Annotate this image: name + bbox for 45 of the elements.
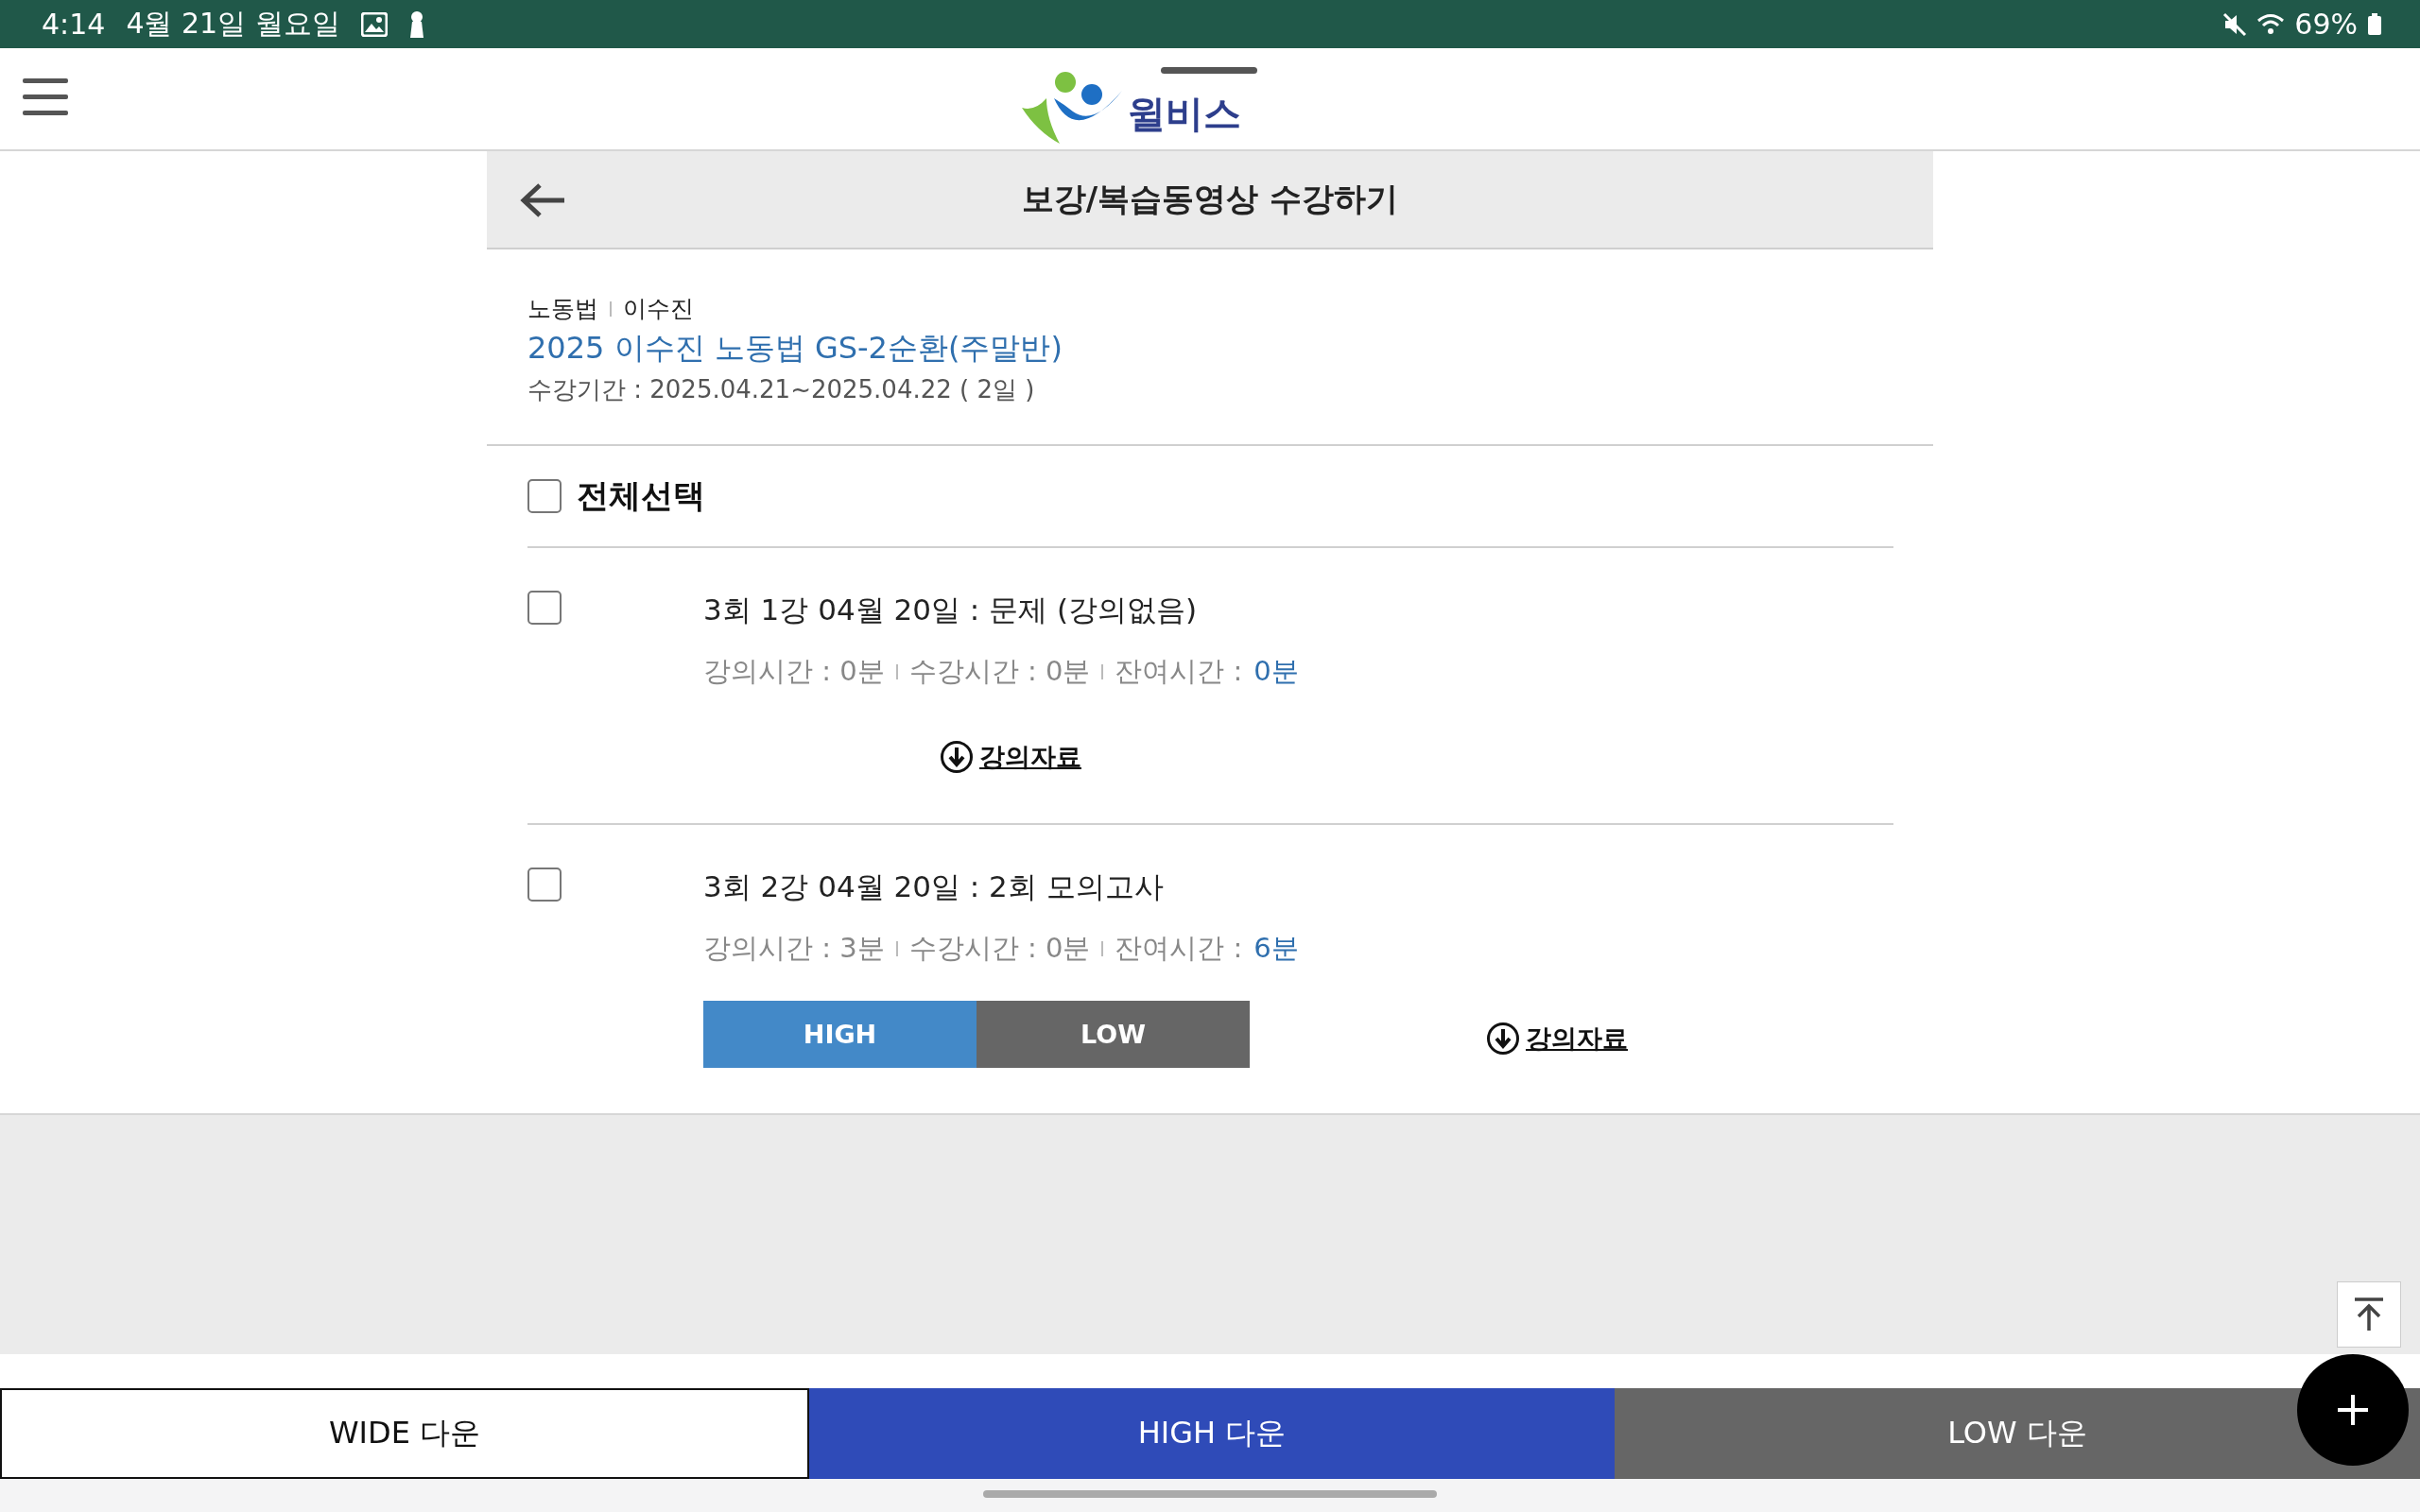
keyhole-icon bbox=[407, 9, 425, 39]
quality-button[interactable]: HIGH bbox=[703, 1000, 977, 1068]
lecture-title: 3회 2강 04월 20일 : 2회 모의고사 bbox=[703, 868, 1165, 905]
window-handle[interactable] bbox=[1161, 67, 1257, 74]
battery-icon bbox=[2367, 12, 2382, 36]
image-icon bbox=[360, 11, 388, 37]
back-button[interactable] bbox=[519, 181, 566, 219]
material-link[interactable]: 강의자료 bbox=[1486, 1022, 1628, 1056]
lecture-checkbox[interactable] bbox=[527, 591, 562, 625]
watched-time: 수강시간 : 0분 bbox=[908, 931, 1091, 966]
course-subject: 노동법 bbox=[527, 294, 598, 324]
lecture-time: 강의시간 : 3분 bbox=[703, 931, 885, 966]
select-all-checkbox[interactable] bbox=[527, 479, 562, 513]
material-link[interactable]: 강의자료 bbox=[940, 740, 1081, 774]
menu-icon bbox=[23, 77, 68, 118]
mute-icon bbox=[2222, 11, 2248, 37]
scroll-top-button[interactable] bbox=[2337, 1281, 2401, 1348]
lecture-checkbox[interactable] bbox=[527, 868, 562, 902]
logo-text: 윌비스 bbox=[1128, 90, 1241, 137]
course-period: 수강기간 : 2025.04.21~2025.04.22 ( 2일 ) bbox=[527, 374, 1036, 405]
lecture-title: 3회 1강 04월 20일 : 문제 (강의없음) bbox=[703, 592, 1199, 628]
download-button[interactable]: WIDE 다운 bbox=[0, 1388, 809, 1479]
course-title-link[interactable]: 2025 이수진 노동법 GS-2순환(주말반) bbox=[527, 328, 1893, 369]
remaining-time-label: 잔여시간 : bbox=[1115, 654, 1243, 689]
status-date: 4월 21일 월요일 bbox=[126, 6, 340, 42]
battery-percent: 69% bbox=[2294, 8, 2358, 41]
download-button[interactable]: LOW 다운 bbox=[1615, 1388, 2420, 1479]
select-all-label: 전체선택 bbox=[577, 475, 705, 516]
lecture-time: 강의시간 : 0분 bbox=[703, 654, 885, 689]
download-icon bbox=[940, 740, 974, 774]
wifi-icon bbox=[2256, 12, 2286, 36]
download-icon bbox=[1486, 1022, 1520, 1056]
remaining-time-label: 잔여시간 : bbox=[1115, 931, 1243, 966]
download-button[interactable]: HIGH 다운 bbox=[809, 1388, 1615, 1479]
quality-button[interactable]: LOW bbox=[977, 1000, 1250, 1068]
arrow-up-icon bbox=[2353, 1297, 2385, 1332]
watched-time: 수강시간 : 0분 bbox=[908, 654, 1091, 689]
remaining-time-value: 0분 bbox=[1253, 654, 1299, 689]
menu-button[interactable] bbox=[23, 77, 68, 118]
plus-icon bbox=[2336, 1393, 2370, 1427]
page-title: 보강/복습동영상 수강하기 bbox=[1021, 179, 1399, 219]
remaining-time-value: 6분 bbox=[1253, 931, 1299, 966]
back-arrow-icon bbox=[519, 181, 566, 219]
course-teacher: 이수진 bbox=[623, 294, 694, 324]
status-time: 4:14 bbox=[42, 8, 106, 41]
